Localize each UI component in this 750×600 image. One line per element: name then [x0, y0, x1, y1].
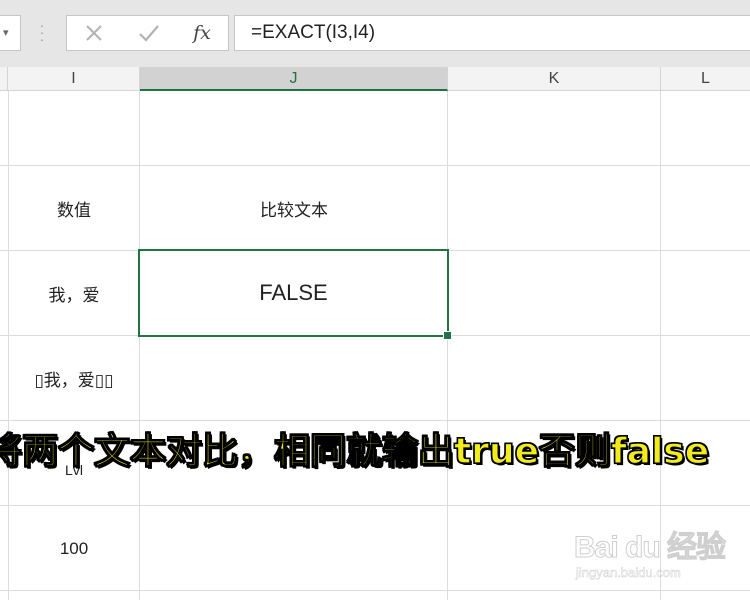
cell-j3-value: FALSE [259, 280, 328, 305]
formula-bar: ▾ · · · fx =EXACT(I3,I4) [0, 0, 750, 67]
column-header-l[interactable]: L [661, 67, 750, 90]
fx-icon: fx [193, 22, 211, 44]
cancel-button[interactable] [79, 20, 109, 46]
gridline [660, 91, 661, 600]
column-header-k[interactable]: K [448, 67, 661, 90]
column-header-j[interactable]: J [140, 67, 448, 91]
formula-input[interactable]: =EXACT(I3,I4) [234, 15, 750, 51]
cell-i4[interactable]: ▯我，爱▯▯ [8, 336, 140, 421]
close-icon [86, 25, 102, 41]
active-cell-j3[interactable]: FALSE [138, 249, 449, 337]
formula-buttons: fx [66, 15, 229, 51]
insert-function-button[interactable]: fx [187, 20, 217, 46]
drag-grip-icon[interactable]: · · · [38, 18, 46, 46]
column-header-i[interactable]: I [8, 67, 140, 90]
column-header-h-partial[interactable] [0, 67, 8, 90]
column-header-row: I J K L [0, 67, 750, 91]
spreadsheet-grid[interactable]: 数值 比较文本 我，爱 FALSE ▯我，爱▯▯ Lvl 100 [0, 91, 750, 600]
cell-j2[interactable]: 比较文本 [140, 166, 448, 251]
cell-i2[interactable]: 数值 [8, 166, 140, 251]
check-icon [139, 25, 159, 42]
dropdown-arrow-icon[interactable]: ▾ [3, 26, 9, 39]
cell-i6[interactable]: 100 [8, 506, 140, 591]
cell-i3[interactable]: 我，爱 [8, 251, 140, 336]
fill-handle[interactable] [443, 331, 452, 340]
enter-button[interactable] [134, 20, 164, 46]
name-box[interactable]: ▾ [0, 15, 21, 51]
caption-overlay: 将两个文本对比，相同就输出true否则false [0, 430, 710, 472]
